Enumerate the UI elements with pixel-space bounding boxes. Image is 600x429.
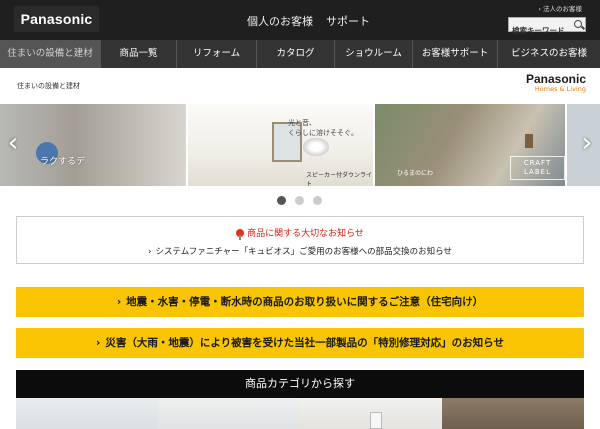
nav-item-business[interactable]: ビジネスのお客様 bbox=[498, 40, 600, 68]
notice-title-text: 商品に関する大切なお知らせ bbox=[247, 229, 364, 239]
carousel-slide-1[interactable]: ラクするデ bbox=[0, 104, 186, 186]
panasonic-logo[interactable]: Panasonic bbox=[14, 6, 99, 32]
hero-carousel: ラクするデ 光と音、 くらしに溶けそそぐ。 スピーカー付ダウンライト CRAFT… bbox=[0, 104, 600, 186]
nav-item-support[interactable]: お客様サポート bbox=[413, 40, 498, 68]
corporate-customers-link[interactable]: 法人のお客様 bbox=[538, 3, 582, 13]
support-link[interactable]: サポート bbox=[326, 13, 370, 29]
slide-2-copy: 光と音、 くらしに溶けそそぐ。 bbox=[288, 119, 358, 137]
carousel-dot-1[interactable] bbox=[277, 196, 286, 205]
notice-title: 商品に関する大切なお知らせ bbox=[17, 226, 583, 240]
main-nav: 住まいの設備と建材 商品一覧 リフォーム カタログ ショウルーム お客様サポート… bbox=[0, 40, 600, 68]
search-icon[interactable] bbox=[574, 20, 582, 28]
craft-label-logo: CRAFT LABEL bbox=[510, 156, 565, 180]
category-tile-1[interactable] bbox=[16, 398, 158, 429]
important-notice-box: 商品に関する大切なお知らせ システムファニチャー「キュビオス」ご愛用のお客様への… bbox=[16, 216, 584, 264]
sub-header: 住まいの設備と建材 Panasonic Homes & Living bbox=[0, 68, 600, 104]
slide-3-caption: ひるまのにわ bbox=[397, 170, 434, 177]
notice-link[interactable]: システムファニチャー「キュビオス」ご愛用のお客様への部品交換のお知らせ bbox=[17, 245, 583, 257]
brand-tagline: Homes & Living bbox=[534, 85, 586, 93]
nav-item-showroom[interactable]: ショウルーム bbox=[335, 40, 413, 68]
downlight-image bbox=[303, 138, 329, 156]
slide-2-caption: スピーカー付ダウンライト bbox=[306, 172, 373, 186]
carousel-pagination bbox=[277, 196, 322, 205]
section-title: 住まいの設備と建材 bbox=[17, 82, 80, 90]
homes-living-logo[interactable]: Panasonic Homes & Living bbox=[526, 72, 586, 93]
switch-plate-image bbox=[370, 412, 382, 429]
disaster-repair-banner[interactable]: 災害（大雨・地震）により被害を受けた当社一部製品の「特別修理対応」のお知らせ bbox=[16, 328, 584, 358]
category-tile-2[interactable] bbox=[158, 398, 300, 429]
carousel-slide-3[interactable]: CRAFT LABEL ひるまのにわ bbox=[375, 104, 565, 186]
carousel-dot-2[interactable] bbox=[295, 196, 304, 205]
carousel-slide-2[interactable]: 光と音、 くらしに溶けそそぐ。 スピーカー付ダウンライト bbox=[188, 104, 373, 186]
carousel-dot-3[interactable] bbox=[313, 196, 322, 205]
search-box bbox=[508, 17, 586, 37]
pin-icon bbox=[236, 229, 245, 240]
lamp-image bbox=[525, 134, 533, 148]
earthquake-caution-banner[interactable]: 地震・水害・停電・断水時の商品のお取り扱いに関するご注意（住宅向け） bbox=[16, 287, 584, 317]
nav-item-housing[interactable]: 住まいの設備と建材 bbox=[0, 40, 101, 68]
carousel-prev-icon[interactable]: ‹ bbox=[6, 128, 20, 158]
top-header: Panasonic 個人のお客様 サポート 法人のお客様 bbox=[0, 0, 600, 40]
nav-item-products[interactable]: 商品一覧 bbox=[101, 40, 177, 68]
brand-name: Panasonic bbox=[525, 72, 586, 86]
nav-item-reform[interactable]: リフォーム bbox=[177, 40, 257, 68]
nav-item-catalog[interactable]: カタログ bbox=[257, 40, 335, 68]
category-tile-4[interactable] bbox=[442, 398, 584, 429]
search-input[interactable] bbox=[509, 24, 571, 37]
carousel-next-icon[interactable]: › bbox=[580, 128, 594, 158]
slide-1-caption: ラクするデ bbox=[40, 157, 86, 167]
category-section-title: 商品カテゴリから探す bbox=[16, 370, 584, 398]
personal-customers-link[interactable]: 個人のお客様 bbox=[247, 13, 313, 29]
category-tiles bbox=[16, 398, 584, 429]
